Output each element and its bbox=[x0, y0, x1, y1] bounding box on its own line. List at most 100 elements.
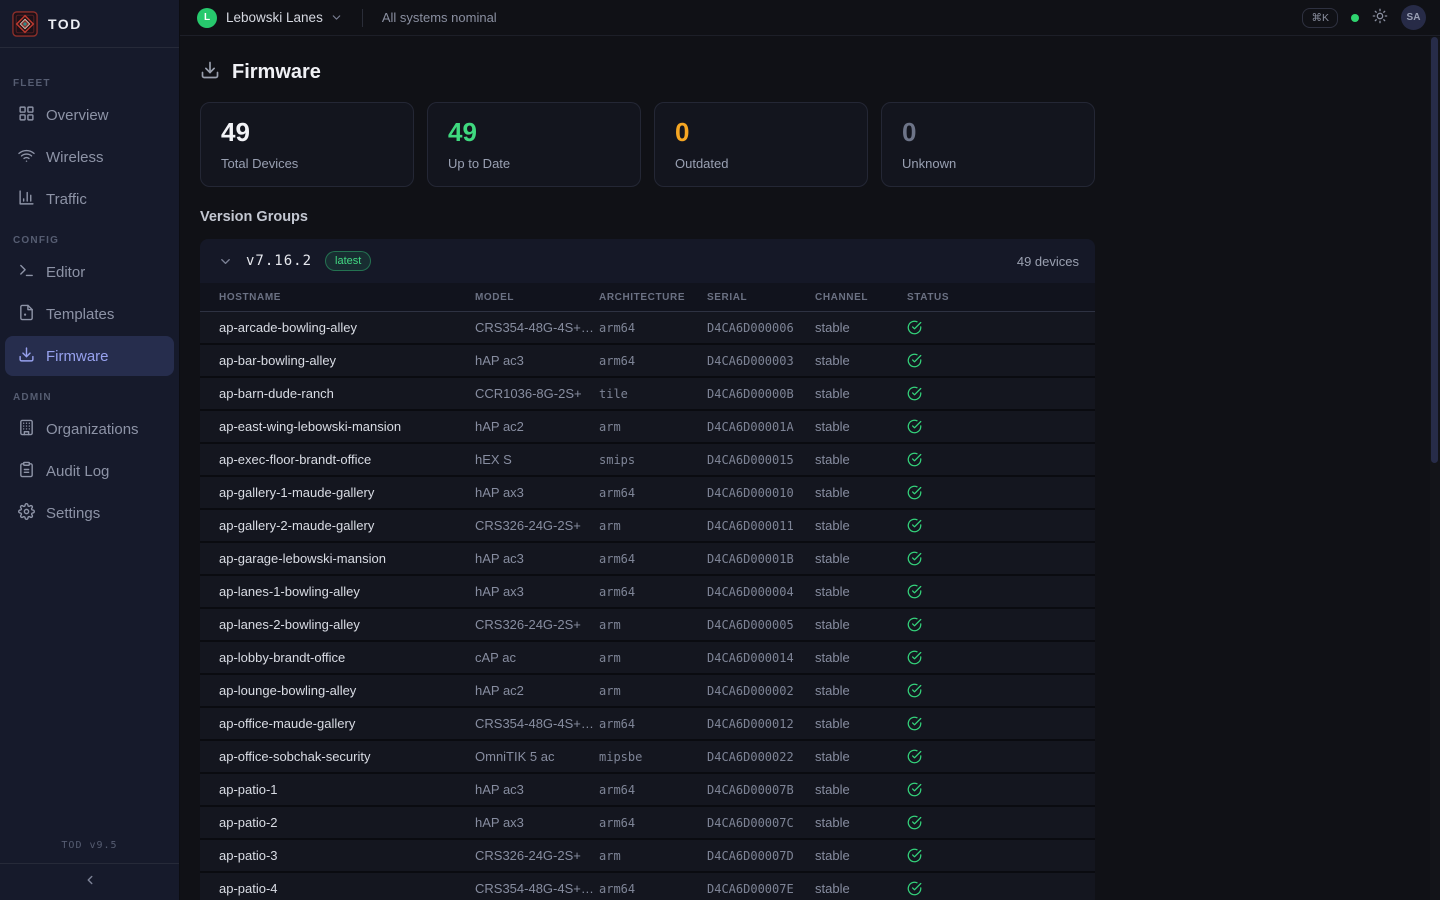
status-ok-icon bbox=[907, 650, 1095, 665]
table-row[interactable]: ap-patio-3 CRS326-24G-2S+ arm D4CA6D0000… bbox=[200, 840, 1095, 873]
sidebar: TOD FLEET Overview Wireless Traffic CONF… bbox=[0, 0, 180, 900]
app-logo-icon bbox=[12, 11, 38, 37]
chevron-down-icon[interactable] bbox=[330, 11, 343, 24]
architecture-cell: smips bbox=[599, 453, 707, 467]
app-logo-row: TOD bbox=[0, 0, 179, 48]
channel-cell: stable bbox=[815, 782, 907, 797]
sidebar-item-firmware[interactable]: Firmware bbox=[5, 336, 174, 376]
architecture-cell: arm bbox=[599, 519, 707, 533]
org-avatar: L bbox=[197, 8, 217, 28]
table-row[interactable]: ap-bar-bowling-alley hAP ac3 arm64 D4CA6… bbox=[200, 345, 1095, 378]
sidebar-item-overview[interactable]: Overview bbox=[5, 95, 174, 135]
table-row[interactable]: ap-lanes-2-bowling-alley CRS326-24G-2S+ … bbox=[200, 609, 1095, 642]
architecture-cell: arm bbox=[599, 618, 707, 632]
channel-cell: stable bbox=[815, 815, 907, 830]
model-cell: hAP ax3 bbox=[475, 584, 599, 599]
app-version-label: TOD v9.5 bbox=[0, 840, 179, 863]
table-row[interactable]: ap-arcade-bowling-alley CRS354-48G-4S+… … bbox=[200, 312, 1095, 345]
health-status-dot bbox=[1351, 14, 1359, 22]
channel-cell: stable bbox=[815, 419, 907, 434]
org-switcher[interactable]: Lebowski Lanes bbox=[226, 10, 323, 25]
architecture-cell: arm64 bbox=[599, 486, 707, 500]
stat-card-up-to-date: 49 Up to Date bbox=[427, 102, 641, 187]
stat-label: Outdated bbox=[675, 156, 847, 171]
table-row[interactable]: ap-gallery-2-maude-gallery CRS326-24G-2S… bbox=[200, 510, 1095, 543]
serial-cell: D4CA6D000012 bbox=[707, 717, 815, 731]
channel-cell: stable bbox=[815, 650, 907, 665]
download-icon bbox=[200, 60, 220, 85]
model-cell: CRS354-48G-4S+… bbox=[475, 881, 599, 896]
model-cell: CRS326-24G-2S+ bbox=[475, 848, 599, 863]
nav-section-config: CONFIG bbox=[13, 235, 179, 246]
model-cell: CRS354-48G-4S+… bbox=[475, 716, 599, 731]
serial-cell: D4CA6D000010 bbox=[707, 486, 815, 500]
architecture-cell: arm64 bbox=[599, 717, 707, 731]
status-ok-icon bbox=[907, 452, 1095, 467]
table-row[interactable]: ap-lounge-bowling-alley hAP ac2 arm D4CA… bbox=[200, 675, 1095, 708]
table-row[interactable]: ap-office-maude-gallery CRS354-48G-4S+… … bbox=[200, 708, 1095, 741]
table-row[interactable]: ap-gallery-1-maude-gallery hAP ax3 arm64… bbox=[200, 477, 1095, 510]
sidebar-item-label: Templates bbox=[46, 306, 114, 323]
architecture-cell: arm bbox=[599, 651, 707, 665]
serial-cell: D4CA6D000011 bbox=[707, 519, 815, 533]
serial-cell: D4CA6D000022 bbox=[707, 750, 815, 764]
channel-cell: stable bbox=[815, 353, 907, 368]
hostname-cell: ap-arcade-bowling-alley bbox=[219, 320, 475, 335]
model-cell: hAP ac3 bbox=[475, 551, 599, 566]
sidebar-item-settings[interactable]: Settings bbox=[5, 493, 174, 533]
table-row[interactable]: ap-patio-4 CRS354-48G-4S+… arm64 D4CA6D0… bbox=[200, 873, 1095, 900]
sidebar-item-traffic[interactable]: Traffic bbox=[5, 179, 174, 219]
sidebar-item-audit-log[interactable]: Audit Log bbox=[5, 451, 174, 491]
table-row[interactable]: ap-patio-2 hAP ax3 arm64 D4CA6D00007C st… bbox=[200, 807, 1095, 840]
sidebar-item-templates[interactable]: Templates bbox=[5, 294, 174, 334]
app-name: TOD bbox=[48, 16, 82, 32]
user-avatar[interactable]: SA bbox=[1401, 5, 1426, 30]
col-model: MODEL bbox=[475, 292, 599, 303]
channel-cell: stable bbox=[815, 551, 907, 566]
sidebar-item-wireless[interactable]: Wireless bbox=[5, 137, 174, 177]
hostname-cell: ap-lobby-brandt-office bbox=[219, 650, 475, 665]
sidebar-item-organizations[interactable]: Organizations bbox=[5, 409, 174, 449]
table-row[interactable]: ap-exec-floor-brandt-office hEX S smips … bbox=[200, 444, 1095, 477]
table-row[interactable]: ap-garage-lebowski-mansion hAP ac3 arm64… bbox=[200, 543, 1095, 576]
table-row[interactable]: ap-office-sobchak-security OmniTIK 5 ac … bbox=[200, 741, 1095, 774]
serial-cell: D4CA6D00000B bbox=[707, 387, 815, 401]
serial-cell: D4CA6D000003 bbox=[707, 354, 815, 368]
architecture-cell: tile bbox=[599, 387, 707, 401]
hostname-cell: ap-exec-floor-brandt-office bbox=[219, 452, 475, 467]
status-ok-icon bbox=[907, 683, 1095, 698]
stat-card-outdated: 0 Outdated bbox=[654, 102, 868, 187]
theme-toggle-button[interactable] bbox=[1372, 8, 1388, 27]
chevron-down-icon[interactable] bbox=[218, 254, 233, 269]
architecture-cell: mipsbe bbox=[599, 750, 707, 764]
scrollbar-track[interactable] bbox=[1430, 37, 1440, 900]
hostname-cell: ap-barn-dude-ranch bbox=[219, 386, 475, 401]
channel-cell: stable bbox=[815, 452, 907, 467]
status-ok-icon bbox=[907, 617, 1095, 632]
status-ok-icon bbox=[907, 749, 1095, 764]
table-row[interactable]: ap-patio-1 hAP ac3 arm64 D4CA6D00007B st… bbox=[200, 774, 1095, 807]
scrollbar-thumb[interactable] bbox=[1431, 37, 1438, 463]
serial-cell: D4CA6D00007B bbox=[707, 783, 815, 797]
command-palette-button[interactable]: ⌘K bbox=[1302, 8, 1338, 28]
table-row[interactable]: ap-lobby-brandt-office cAP ac arm D4CA6D… bbox=[200, 642, 1095, 675]
status-ok-icon bbox=[907, 848, 1095, 863]
sidebar-item-editor[interactable]: Editor bbox=[5, 252, 174, 292]
architecture-cell: arm64 bbox=[599, 585, 707, 599]
stat-value: 0 bbox=[675, 118, 847, 147]
version-label: v7.16.2 bbox=[246, 253, 312, 269]
model-cell: CRS326-24G-2S+ bbox=[475, 617, 599, 632]
table-row[interactable]: ap-east-wing-lebowski-mansion hAP ac2 ar… bbox=[200, 411, 1095, 444]
table-row[interactable]: ap-lanes-1-bowling-alley hAP ax3 arm64 D… bbox=[200, 576, 1095, 609]
sidebar-collapse-button[interactable] bbox=[0, 863, 179, 900]
hostname-cell: ap-patio-3 bbox=[219, 848, 475, 863]
table-row[interactable]: ap-barn-dude-ranch CCR1036-8G-2S+ tile D… bbox=[200, 378, 1095, 411]
hostname-cell: ap-bar-bowling-alley bbox=[219, 353, 475, 368]
version-group-header[interactable]: v7.16.2 latest 49 devices bbox=[200, 239, 1095, 283]
model-cell: hEX S bbox=[475, 452, 599, 467]
col-hostname: HOSTNAME bbox=[219, 292, 475, 303]
sidebar-item-label: Editor bbox=[46, 264, 85, 281]
sidebar-item-label: Firmware bbox=[46, 348, 109, 365]
hostname-cell: ap-patio-2 bbox=[219, 815, 475, 830]
sun-icon bbox=[1372, 8, 1388, 27]
